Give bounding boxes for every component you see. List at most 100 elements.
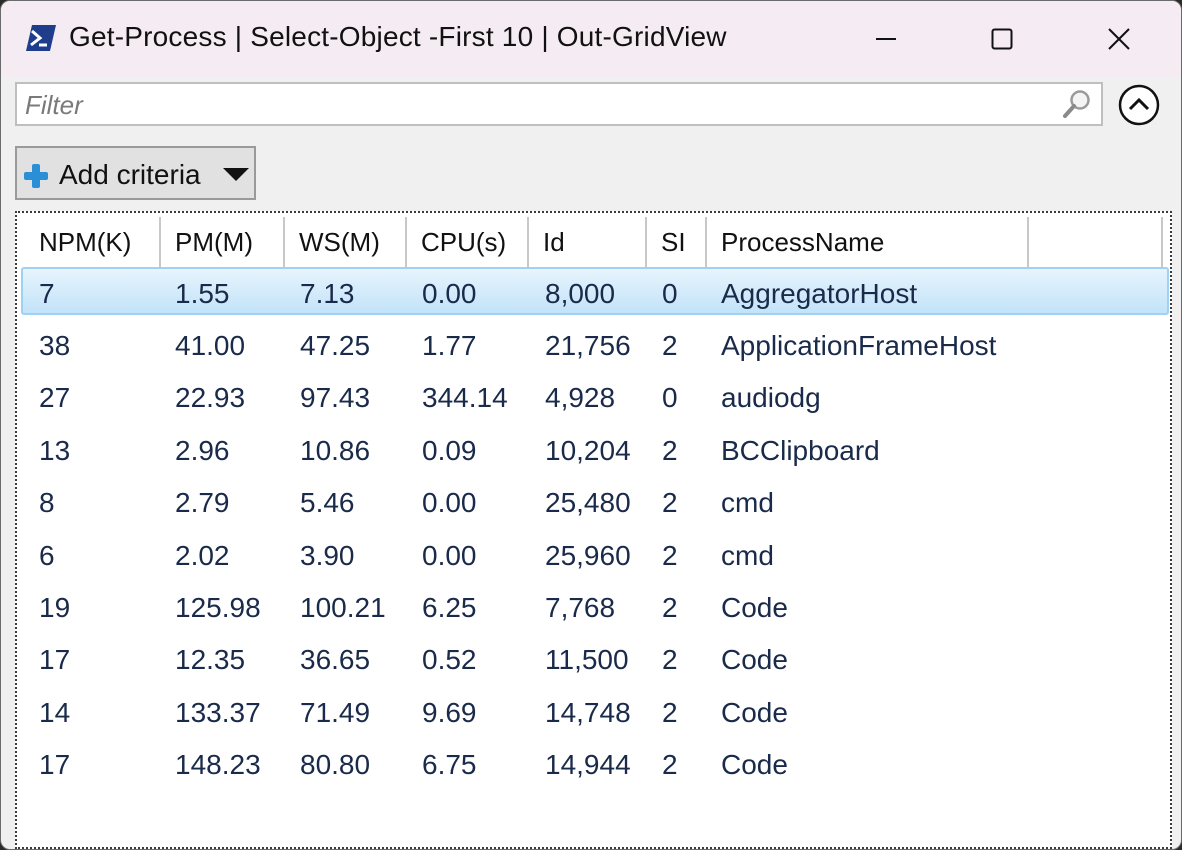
cell-id: 25,960 — [545, 540, 631, 571]
cell-cpu: 0.00 — [422, 540, 477, 571]
filter-input[interactable] — [23, 87, 1047, 123]
results-grid[interactable]: NPM(K) PM(M) WS(M) CPU(s) Id SI ProcessN… — [15, 211, 1172, 849]
cell-pm: 22.93 — [175, 382, 246, 413]
plus-icon — [24, 164, 48, 188]
cell-id: 7,768 — [545, 592, 616, 623]
cell-id: 4,928 — [545, 382, 616, 413]
minimize-icon — [876, 38, 896, 40]
cell-processname: audiodg — [721, 382, 821, 413]
close-icon — [1108, 28, 1130, 50]
cell-si: 2 — [662, 435, 678, 466]
cell-npm: 17 — [39, 749, 71, 780]
add-criteria-button[interactable]: Add criteria — [15, 146, 256, 200]
cell-cpu: 6.25 — [422, 592, 477, 623]
cell-id: 8,000 — [545, 278, 616, 309]
cell-processname: Code — [721, 644, 788, 675]
collapse-icon[interactable] — [1118, 84, 1160, 126]
cell-si: 2 — [662, 540, 678, 571]
cell-pm: 2.79 — [175, 487, 230, 518]
table-row[interactable]: 6 2.02 3.90 0.00 25,960 2 cmd — [21, 531, 1169, 579]
table-row[interactable]: 17 12.35 36.65 0.52 11,500 2 Code — [21, 635, 1169, 683]
cell-pm: 1.55 — [175, 278, 230, 309]
table-row[interactable]: 13 2.96 10.86 0.09 10,204 2 BCClipboard — [21, 426, 1169, 474]
cell-pm: 133.37 — [175, 697, 261, 728]
cell-si: 2 — [662, 749, 678, 780]
cell-processname: BCClipboard — [721, 435, 880, 466]
cell-ws: 10.86 — [300, 435, 371, 466]
cell-ws: 5.46 — [300, 487, 355, 518]
cell-processname: cmd — [721, 487, 774, 518]
table-row[interactable]: 8 2.79 5.46 0.00 25,480 2 cmd — [21, 478, 1169, 526]
cell-si: 0 — [662, 278, 678, 309]
filter-box[interactable] — [15, 82, 1103, 126]
cell-ws: 97.43 — [300, 382, 371, 413]
column-header-ws[interactable]: WS(M) — [285, 217, 407, 267]
cell-processname: Code — [721, 592, 788, 623]
column-header-npm[interactable]: NPM(K) — [25, 217, 161, 267]
cell-npm: 19 — [39, 592, 71, 623]
cell-cpu: 0.00 — [422, 487, 477, 518]
cell-cpu: 344.14 — [422, 382, 508, 413]
column-header-pm[interactable]: PM(M) — [161, 217, 285, 267]
cell-si: 2 — [662, 592, 678, 623]
cell-pm: 41.00 — [175, 330, 246, 361]
table-row[interactable]: 17 148.23 80.80 6.75 14,944 2 Code — [21, 740, 1169, 788]
cell-processname: AggregatorHost — [721, 278, 918, 309]
table-row[interactable]: 7 1.55 7.13 0.00 8,000 0 AggregatorHost — [21, 267, 1169, 315]
grid-header: NPM(K) PM(M) WS(M) CPU(s) Id SI ProcessN… — [25, 217, 1163, 269]
table-row[interactable]: 27 22.93 97.43 344.14 4,928 0 audiodg — [21, 373, 1169, 421]
cell-npm: 7 — [39, 278, 55, 309]
maximize-button[interactable] — [944, 1, 1060, 77]
cell-pm: 148.23 — [175, 749, 261, 780]
add-criteria-label: Add criteria — [59, 159, 201, 190]
powershell-icon — [26, 25, 56, 51]
cell-pm: 2.02 — [175, 540, 230, 571]
cell-pm: 12.35 — [175, 644, 246, 675]
cell-si: 0 — [662, 382, 678, 413]
cell-si: 2 — [662, 487, 678, 518]
search-icon — [1063, 90, 1090, 118]
cell-id: 14,748 — [545, 697, 631, 728]
column-header-id[interactable]: Id — [529, 217, 647, 267]
minimize-button[interactable] — [828, 1, 944, 77]
cell-npm: 38 — [39, 330, 71, 361]
table-row[interactable]: 19 125.98 100.21 6.25 7,768 2 Code — [21, 583, 1169, 631]
cell-ws: 3.90 — [300, 540, 355, 571]
cell-ws: 80.80 — [300, 749, 371, 780]
close-button[interactable] — [1061, 1, 1177, 77]
cell-cpu: 1.77 — [422, 330, 477, 361]
cell-id: 14,944 — [545, 749, 631, 780]
cell-ws: 47.25 — [300, 330, 371, 361]
cell-npm: 17 — [39, 644, 71, 675]
cell-si: 2 — [662, 697, 678, 728]
cell-ws: 71.49 — [300, 697, 371, 728]
column-header-cpu[interactable]: CPU(s) — [407, 217, 529, 267]
title-bar[interactable]: Get-Process | Select-Object -First 10 | … — [1, 1, 1181, 77]
column-header-filler — [1029, 217, 1163, 267]
cell-id: 21,756 — [545, 330, 631, 361]
column-header-si[interactable]: SI — [647, 217, 707, 267]
cell-cpu: 0.09 — [422, 435, 477, 466]
column-header-processname[interactable]: ProcessName — [707, 217, 1029, 267]
cell-npm: 13 — [39, 435, 71, 466]
cell-processname: Code — [721, 697, 788, 728]
cell-si: 2 — [662, 330, 678, 361]
cell-id: 25,480 — [545, 487, 631, 518]
cell-processname: cmd — [721, 540, 774, 571]
table-row[interactable]: 38 41.00 47.25 1.77 21,756 2 ApplicationFrameH… — [21, 321, 1169, 369]
cell-cpu: 9.69 — [422, 697, 477, 728]
cell-cpu: 0.52 — [422, 644, 477, 675]
maximize-icon — [991, 28, 1013, 50]
cell-si: 2 — [662, 644, 678, 675]
cell-npm: 8 — [39, 487, 55, 518]
cell-npm: 6 — [39, 540, 55, 571]
cell-cpu: 6.75 — [422, 749, 477, 780]
cell-id: 11,500 — [545, 644, 629, 675]
cell-ws: 7.13 — [300, 278, 355, 309]
cell-processname: ApplicationFrameHost — [721, 330, 997, 361]
cell-ws: 36.65 — [300, 644, 371, 675]
table-row[interactable]: 14 133.37 71.49 9.69 14,748 2 Code — [21, 688, 1169, 736]
cell-processname: Code — [721, 749, 788, 780]
cell-npm: 14 — [39, 697, 71, 728]
window-title: Get-Process | Select-Object -First 10 | … — [69, 21, 727, 52]
